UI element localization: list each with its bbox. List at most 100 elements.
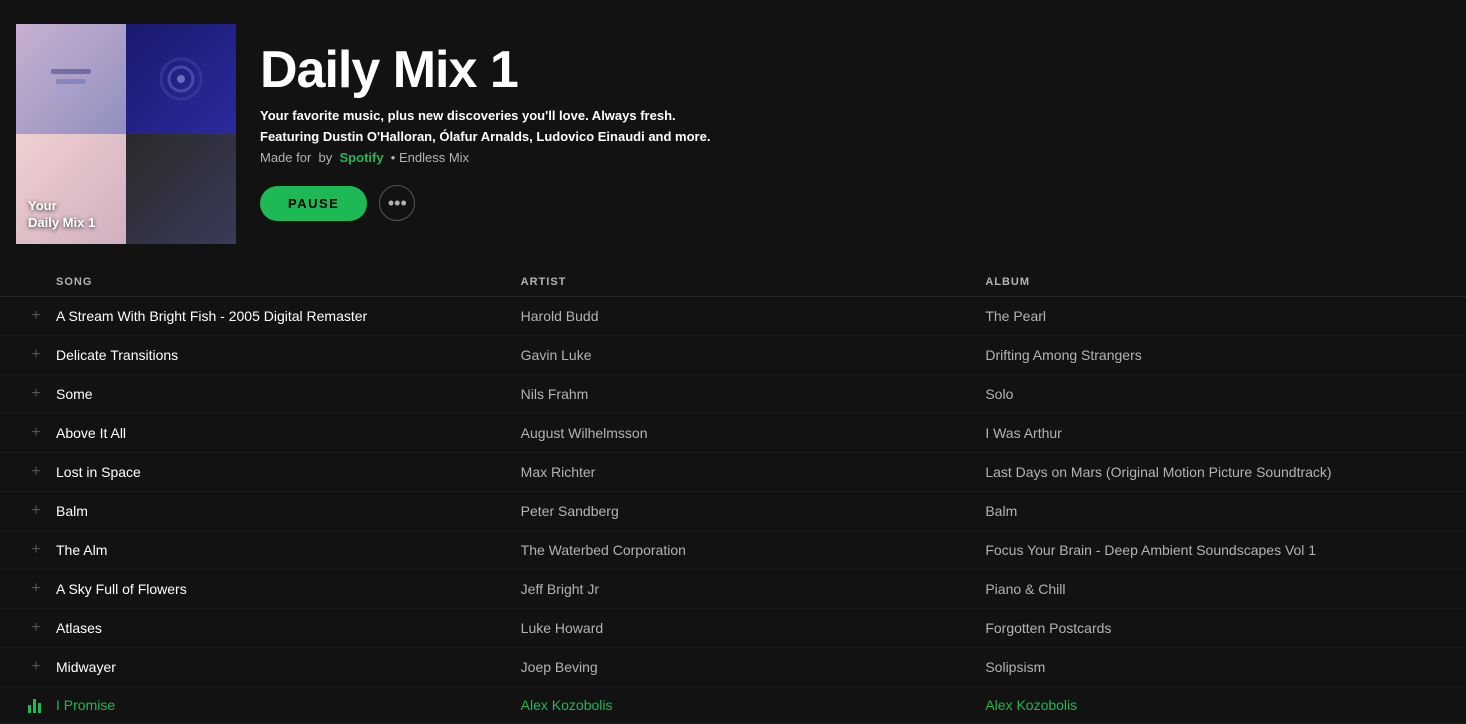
cover-quadrant-4 <box>126 134 236 244</box>
header-artist-col: ARTIST <box>521 276 986 288</box>
track-row[interactable]: + A Sky Full of FlowersJeff Bright JrPian… <box>0 570 1466 609</box>
track-artist-name: Max Richter <box>521 464 986 480</box>
track-add-col: + <box>16 424 56 442</box>
add-track-icon[interactable]: + <box>31 307 40 325</box>
featuring-prefix: Featuring <box>260 129 323 144</box>
track-add-col: + <box>16 307 56 325</box>
track-song-name: Atlases <box>56 620 521 636</box>
add-track-icon[interactable]: + <box>31 502 40 520</box>
more-icon: ••• <box>388 193 407 214</box>
track-artist-name: Nils Frahm <box>521 386 986 402</box>
track-album-name: Solipsism <box>985 659 1450 675</box>
track-song-name: I Promise <box>56 697 521 713</box>
hero-info: Daily Mix 1 Your favorite music, plus ne… <box>260 24 710 221</box>
track-add-col: + <box>16 619 56 637</box>
track-row[interactable]: + The AlmThe Waterbed CorporationFocus Yo… <box>0 531 1466 570</box>
track-artist-name: August Wilhelmsson <box>521 425 986 441</box>
header-add-col <box>16 276 56 288</box>
track-add-col: + <box>16 463 56 481</box>
cover-quadrant-1 <box>16 24 126 134</box>
track-album-name: Piano & Chill <box>985 581 1450 597</box>
track-row[interactable]: I PromiseAlex KozobolisAlex Kozobolis <box>0 687 1466 724</box>
track-add-col: + <box>16 502 56 520</box>
track-song-name: A Stream With Bright Fish - 2005 Digital… <box>56 308 521 324</box>
track-album-name: Last Days on Mars (Original Motion Pictu… <box>985 464 1450 480</box>
track-album-name: The Pearl <box>985 308 1450 324</box>
track-artist-name: Jeff Bright Jr <box>521 581 986 597</box>
add-track-icon[interactable]: + <box>31 658 40 676</box>
hero-meta: Made for by Spotify • Endless Mix <box>260 150 710 165</box>
track-album-name: I Was Arthur <box>985 425 1450 441</box>
track-song-name: A Sky Full of Flowers <box>56 581 521 597</box>
track-song-name: Lost in Space <box>56 464 521 480</box>
track-album-name: Balm <box>985 503 1450 519</box>
track-song-name: Midwayer <box>56 659 521 675</box>
hero-description-text: Your favorite music, plus new discoverie… <box>260 108 676 123</box>
mix-type: Endless Mix <box>399 150 469 165</box>
track-artist-name: Joep Beving <box>521 659 986 675</box>
track-artist-name: The Waterbed Corporation <box>521 542 986 558</box>
playlist-title: Daily Mix 1 <box>260 44 710 96</box>
track-row[interactable]: + MidwayerJoep BevingSolipsism <box>0 648 1466 687</box>
cover-label: YourDaily Mix 1 <box>28 198 95 232</box>
track-add-col: + <box>16 580 56 598</box>
spotify-link[interactable]: Spotify <box>340 150 384 165</box>
add-track-icon[interactable]: + <box>31 619 40 637</box>
track-add-col <box>16 697 56 713</box>
hero-description: Your favorite music, plus new discoverie… <box>260 108 710 123</box>
hero-actions: PAUSE ••• <box>260 185 710 221</box>
cover-quadrant-2 <box>126 24 236 134</box>
track-row[interactable]: + AtlasesLuke HowardForgotten Postcards <box>0 609 1466 648</box>
track-album-name: Forgotten Postcards <box>985 620 1450 636</box>
track-artist-name: Harold Budd <box>521 308 986 324</box>
track-add-col: + <box>16 346 56 364</box>
now-playing-indicator <box>28 697 44 713</box>
track-row[interactable]: + SomeNils FrahmSolo <box>0 375 1466 414</box>
track-album-name: Alex Kozobolis <box>985 697 1450 713</box>
track-artist-name: Peter Sandberg <box>521 503 986 519</box>
eq-bar-1 <box>28 705 31 713</box>
by-label: by <box>319 150 333 165</box>
track-artist-name: Gavin Luke <box>521 347 986 363</box>
playlist-cover: YourDaily Mix 1 <box>16 24 236 244</box>
track-song-name: Delicate Transitions <box>56 347 521 363</box>
add-track-icon[interactable]: + <box>31 580 40 598</box>
eq-bar-3 <box>38 703 41 713</box>
track-song-name: Some <box>56 386 521 402</box>
add-track-icon[interactable]: + <box>31 385 40 403</box>
made-for-label: Made for <box>260 150 311 165</box>
header-song-col: SONG <box>56 276 521 288</box>
more-options-button[interactable]: ••• <box>379 185 415 221</box>
track-row[interactable]: + BalmPeter SandbergBalm <box>0 492 1466 531</box>
track-artist-name: Alex Kozobolis <box>521 697 986 713</box>
add-track-icon[interactable]: + <box>31 463 40 481</box>
track-album-name: Drifting Among Strangers <box>985 347 1450 363</box>
pause-button[interactable]: PAUSE <box>260 186 367 221</box>
track-row[interactable]: + Delicate TransitionsGavin LukeDrifting … <box>0 336 1466 375</box>
hero-section: YourDaily Mix 1 Daily Mix 1 Your favorit… <box>0 0 1466 268</box>
header-album-col: ALBUM <box>985 276 1450 288</box>
featuring-suffix: and more. <box>645 129 711 144</box>
track-rows-container: + A Stream With Bright Fish - 2005 Digita… <box>0 297 1466 724</box>
add-track-icon[interactable]: + <box>31 424 40 442</box>
track-list-header: SONG ARTIST ALBUM <box>0 268 1466 297</box>
track-list: SONG ARTIST ALBUM + A Stream With Bright … <box>0 268 1466 724</box>
track-song-name: Balm <box>56 503 521 519</box>
track-song-name: The Alm <box>56 542 521 558</box>
hero-featuring: Featuring Dustin O'Halloran, Ólafur Arna… <box>260 129 710 144</box>
cover-art-icon-2 <box>151 49 211 109</box>
add-track-icon[interactable]: + <box>31 346 40 364</box>
add-track-icon[interactable]: + <box>31 541 40 559</box>
track-row[interactable]: + Above It AllAugust WilhelmssonI Was Art… <box>0 414 1466 453</box>
track-add-col: + <box>16 658 56 676</box>
track-song-name: Above It All <box>56 425 521 441</box>
track-album-name: Focus Your Brain - Deep Ambient Soundsca… <box>985 542 1450 558</box>
track-row[interactable]: + Lost in SpaceMax RichterLast Days on Ma… <box>0 453 1466 492</box>
track-artist-name: Luke Howard <box>521 620 986 636</box>
track-album-name: Solo <box>985 386 1450 402</box>
eq-bar-2 <box>33 699 36 713</box>
cover-art-icon-1 <box>41 49 101 109</box>
track-row[interactable]: + A Stream With Bright Fish - 2005 Digita… <box>0 297 1466 336</box>
track-add-col: + <box>16 385 56 403</box>
track-add-col: + <box>16 541 56 559</box>
